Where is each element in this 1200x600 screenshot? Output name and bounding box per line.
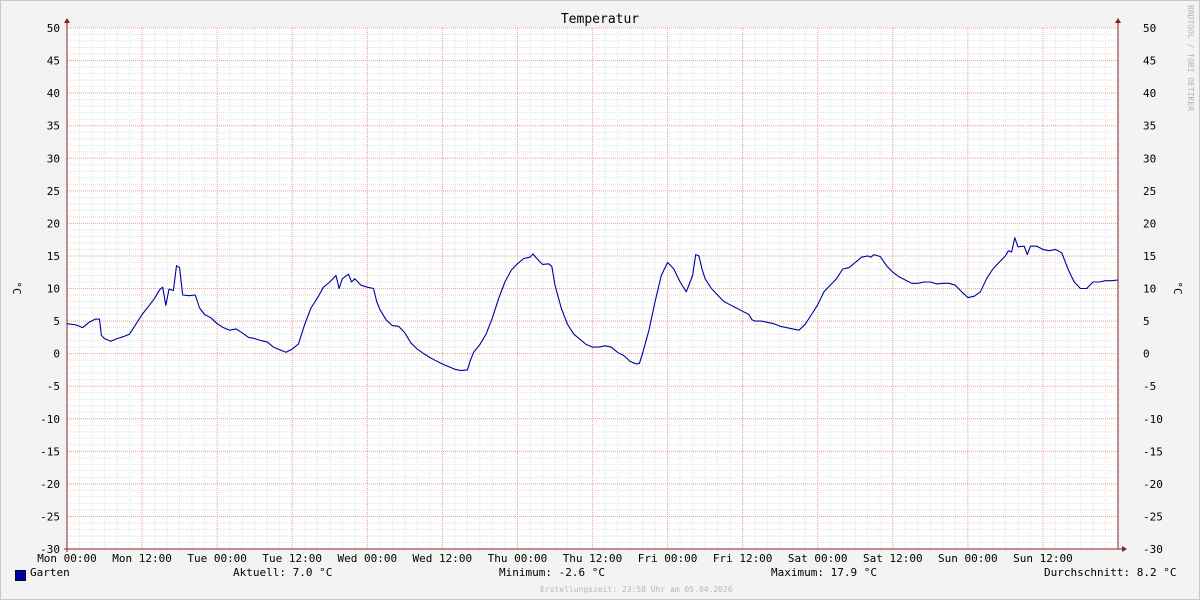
y-axis-label-left: °C bbox=[10, 281, 23, 294]
chart-title: Temperatur bbox=[561, 12, 639, 27]
y-tick-label-right: -5 bbox=[1143, 380, 1156, 393]
x-tick-label: Thu 00:00 bbox=[488, 552, 548, 565]
y-tick-label-right: -10 bbox=[1143, 413, 1163, 426]
x-tick-label: Fri 12:00 bbox=[713, 552, 773, 565]
y-axis-arrow-right bbox=[1115, 18, 1121, 23]
temperature-chart: 50454035302520151050-5-10-15-20-25-30 50… bbox=[10, 12, 1184, 565]
y-tick-label-right: 25 bbox=[1143, 185, 1156, 198]
y-tick-label-left: 50 bbox=[47, 22, 60, 35]
y-tick-label-right: -20 bbox=[1143, 478, 1163, 491]
legend-swatch bbox=[15, 570, 26, 581]
x-tick-label: Mon 00:00 bbox=[37, 552, 97, 565]
y-tick-label-left: -25 bbox=[40, 510, 60, 523]
x-tick-label: Tue 00:00 bbox=[187, 552, 247, 565]
y-tick-labels-left: 50454035302520151050-5-10-15-20-25-30 bbox=[40, 22, 60, 556]
y-tick-label-right: 50 bbox=[1143, 22, 1156, 35]
x-tick-label: Sat 12:00 bbox=[863, 552, 923, 565]
x-tick-label: Fri 00:00 bbox=[638, 552, 698, 565]
y-tick-label-left: 10 bbox=[47, 283, 60, 296]
y-tick-label-right: -15 bbox=[1143, 445, 1163, 458]
y-tick-label-right: 40 bbox=[1143, 87, 1156, 100]
y-tick-label-left: -5 bbox=[47, 380, 60, 393]
y-tick-label-right: 5 bbox=[1143, 315, 1150, 328]
stat-minimum: Minimum: -2.6 °C bbox=[499, 566, 605, 579]
x-tick-label: Tue 12:00 bbox=[262, 552, 322, 565]
y-tick-label-right: 35 bbox=[1143, 120, 1156, 133]
stat-average: Durchschnitt: 8.2 °C bbox=[1044, 566, 1177, 579]
y-tick-label-right: 30 bbox=[1143, 152, 1156, 165]
creation-time: Erstellungszeit: 23:58 Uhr am 05.04.2026 bbox=[540, 585, 733, 594]
y-tick-label-right: -30 bbox=[1143, 543, 1163, 556]
y-tick-label-right: 0 bbox=[1143, 348, 1150, 361]
x-tick-label: Sun 12:00 bbox=[1013, 552, 1073, 565]
x-tick-label: Sat 00:00 bbox=[788, 552, 848, 565]
legend-label: Garten bbox=[30, 566, 70, 579]
x-tick-label: Wed 00:00 bbox=[337, 552, 397, 565]
x-tick-label: Mon 12:00 bbox=[112, 552, 172, 565]
stat-current: Aktuell: 7.0 °C bbox=[233, 566, 333, 579]
y-tick-label-right: 15 bbox=[1143, 250, 1156, 263]
x-tick-label: Sun 00:00 bbox=[938, 552, 998, 565]
y-axis-label-right: °C bbox=[1171, 281, 1184, 294]
y-tick-label-left: -10 bbox=[40, 413, 60, 426]
y-tick-label-left: 45 bbox=[47, 55, 60, 68]
y-tick-label-left: 20 bbox=[47, 217, 60, 230]
x-tick-label: Wed 12:00 bbox=[413, 552, 473, 565]
y-tick-label-left: -20 bbox=[40, 478, 60, 491]
y-tick-label-left: 25 bbox=[47, 185, 60, 198]
y-tick-label-left: 0 bbox=[53, 348, 60, 361]
y-tick-label-left: 40 bbox=[47, 87, 60, 100]
y-axis-arrow-left bbox=[64, 18, 70, 23]
y-tick-label-right: 45 bbox=[1143, 55, 1156, 68]
y-tick-label-right: 20 bbox=[1143, 217, 1156, 230]
x-tick-labels: Mon 00:00 Mon 12:00 Tue 00:00 Tue 12:00 Wed … bbox=[37, 552, 1073, 565]
rrdtool-watermark: RRDTOOL / TOBI OETIKER bbox=[1186, 5, 1195, 111]
x-axis-arrow bbox=[1122, 546, 1127, 552]
y-tick-label-right: 10 bbox=[1143, 283, 1156, 296]
y-tick-label-left: 15 bbox=[47, 250, 60, 263]
y-tick-label-left: 35 bbox=[47, 120, 60, 133]
stat-maximum: Maximum: 17.9 °C bbox=[771, 566, 877, 579]
y-tick-label-left: 30 bbox=[47, 152, 60, 165]
y-tick-label-left: 5 bbox=[53, 315, 60, 328]
y-tick-labels-right: 50454035302520151050-5-10-15-20-25-30 bbox=[1143, 22, 1163, 556]
y-tick-label-right: -25 bbox=[1143, 510, 1163, 523]
x-tick-label: Thu 12:00 bbox=[563, 552, 623, 565]
y-tick-label-left: -15 bbox=[40, 445, 60, 458]
